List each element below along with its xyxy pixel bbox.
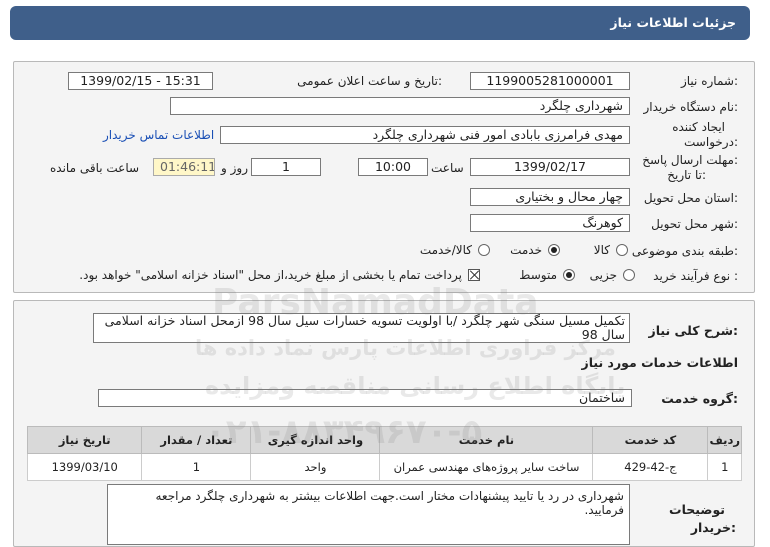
days-field: 1 xyxy=(251,158,321,176)
province-label: استان محل تحویل: xyxy=(643,191,738,205)
radio-goods-service-label: کالا/خدمت xyxy=(419,243,472,257)
creator-label-2: درخواست: xyxy=(684,135,738,149)
radio-medium-label: متوسط xyxy=(519,268,557,282)
category-option-service[interactable]: خدمت xyxy=(500,243,560,259)
radio-medium[interactable] xyxy=(563,269,575,281)
service-group-label: گروه خدمت: xyxy=(661,391,738,406)
treasury-payment-checkbox[interactable] xyxy=(468,269,480,281)
treasury-payment-note: پرداخت تمام یا بخشی از مبلغ خرید،از محل … xyxy=(79,268,462,282)
remaining-label: ساعت باقی مانده xyxy=(50,161,140,175)
buyer-notes-label-1: توضیحات xyxy=(669,502,725,517)
category-option-goods[interactable]: کالا xyxy=(568,243,628,259)
creator-label-1: ایجاد کننده xyxy=(672,120,725,134)
description-field: تکمیل مسیل سنگی شهر چلگرد /با اولویت تسو… xyxy=(93,313,630,343)
deadline-label-2: تا تاریخ: xyxy=(667,168,706,182)
deadline-date-field: 1399/02/17 xyxy=(470,158,630,176)
creator-field: مهدی فرامرزی بابادی امور فنی شهرداری چلگ… xyxy=(220,126,630,144)
remaining-time-field: 01:46:11 xyxy=(153,158,215,176)
col-name-header: نام خدمت xyxy=(379,426,594,454)
announce-label: تاریخ و ساعت اعلان عمومی: xyxy=(297,74,442,88)
col-row-header: ردیف xyxy=(707,426,742,454)
radio-service-label: خدمت xyxy=(510,243,542,257)
process-option-medium[interactable]: متوسط xyxy=(510,268,575,284)
col-qty-header: تعداد / مقدار xyxy=(141,426,252,454)
buyer-notes-field: شهرداری در رد یا تایید پیشنهادات مختار ا… xyxy=(107,484,630,545)
page-title: جزئیات اطلاعات نیاز xyxy=(610,15,736,30)
need-number-field: 1199005281000001 xyxy=(470,72,630,90)
services-table: ردیف کد خدمت نام خدمت واحد اندازه گیری ت… xyxy=(26,426,742,481)
time-label: ساعت xyxy=(431,161,464,175)
description-label: شرح کلی نیاز: xyxy=(648,323,739,338)
page-header: جزئیات اطلاعات نیاز xyxy=(10,6,750,40)
need-info-panel xyxy=(13,61,755,293)
category-option-goods-service[interactable]: کالا/خدمت xyxy=(410,243,490,259)
radio-goods-label: کالا xyxy=(593,243,610,257)
category-label: طبقه بندی موضوعی: xyxy=(631,244,738,258)
service-group-field: ساختمان xyxy=(98,389,632,407)
announce-field: 1399/02/15 - 15:31 xyxy=(68,72,213,90)
buyer-org-label: نام دستگاه خریدار: xyxy=(643,100,739,114)
buyer-contact-link[interactable]: اطلاعات تماس خریدار xyxy=(103,128,214,142)
radio-minor-label: جزیی xyxy=(589,268,617,282)
cell-date: 1399/03/10 xyxy=(26,453,143,481)
radio-goods-service[interactable] xyxy=(478,244,490,256)
buyer-org-field: شهرداری چلگرد xyxy=(170,97,630,115)
cell-code: ج-42-429 xyxy=(592,453,709,481)
city-label: شهر محل تحویل: xyxy=(651,217,738,231)
col-code-header: کد خدمت xyxy=(592,426,709,454)
city-field: کوهرنگ xyxy=(470,214,630,232)
radio-goods[interactable] xyxy=(616,244,628,256)
col-unit-header: واحد اندازه گیری xyxy=(250,426,381,454)
cell-unit: واحد xyxy=(250,453,381,481)
cell-name: ساخت سایر پروژه‌های مهندسی عمران xyxy=(379,453,594,481)
table-row: 1 ج-42-429 ساخت سایر پروژه‌های مهندسی عم… xyxy=(26,453,742,481)
province-field: چهار محال و بختیاری xyxy=(470,188,630,206)
cell-row: 1 xyxy=(707,453,742,481)
table-header-row: ردیف کد خدمت نام خدمت واحد اندازه گیری ت… xyxy=(26,426,742,454)
cell-qty: 1 xyxy=(141,453,252,481)
days-label: روز و xyxy=(221,161,248,175)
radio-service[interactable] xyxy=(548,244,560,256)
process-label: نوع فرآیند خرید : xyxy=(653,269,738,283)
radio-minor[interactable] xyxy=(623,269,635,281)
deadline-label-1: مهلت ارسال پاسخ: xyxy=(642,153,738,167)
deadline-time-field: 10:00 xyxy=(358,158,428,176)
col-date-header: تاریخ نیاز xyxy=(26,426,143,454)
need-number-label: شماره نیاز: xyxy=(680,74,738,88)
services-section-title: اطلاعات خدمات مورد نیاز xyxy=(581,355,739,370)
process-option-minor[interactable]: جزیی xyxy=(580,268,635,284)
buyer-notes-label-2: خریدار: xyxy=(690,520,736,535)
